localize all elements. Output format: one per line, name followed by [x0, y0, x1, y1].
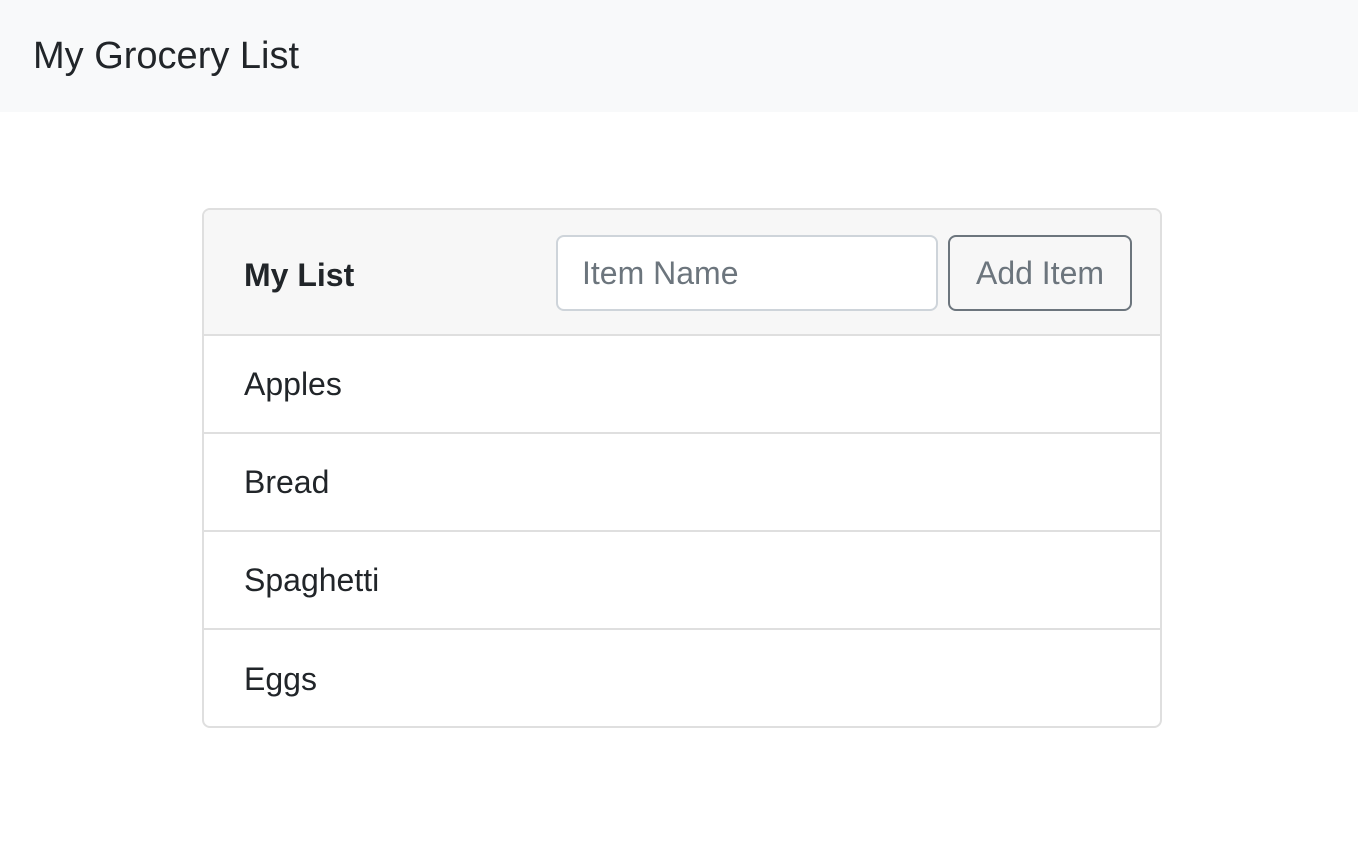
grocery-items-list: Apples Bread Spaghetti Eggs — [204, 336, 1160, 726]
list-title: My List — [244, 257, 355, 293]
list-item[interactable]: Eggs — [204, 630, 1160, 726]
list-item[interactable]: Bread — [204, 434, 1160, 532]
list-item[interactable]: Apples — [204, 336, 1160, 434]
list-item[interactable]: Spaghetti — [204, 532, 1160, 630]
app-title[interactable]: My Grocery List — [33, 34, 299, 78]
navbar: My Grocery List — [0, 0, 1358, 112]
grocery-list-card: My List Add Item Apples Bread Spaghetti … — [202, 208, 1162, 728]
add-item-button[interactable]: Add Item — [948, 235, 1132, 311]
item-name-input[interactable] — [556, 235, 938, 311]
card-header: My List Add Item — [204, 210, 1160, 336]
